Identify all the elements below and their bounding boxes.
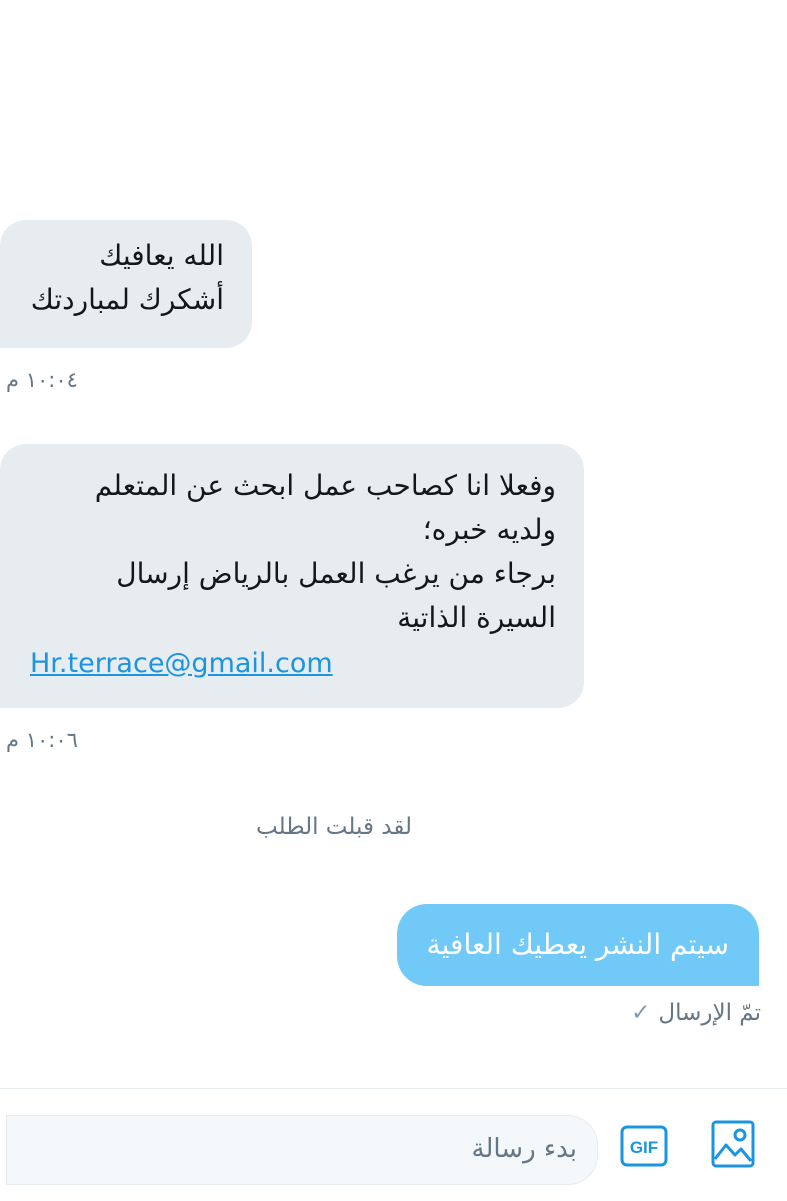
incoming-message-bubble[interactable]: الله يعافيك أشكرك لمباردتك [0, 220, 252, 348]
incoming-message-bubble[interactable]: وفعلا انا كصاحب عمل ابحث عن المتعلم ولدي… [0, 444, 584, 708]
message-timestamp: ١٠:٠٦ م [6, 728, 78, 752]
delivery-status: تمّ الإرسال ✓ [631, 1000, 761, 1026]
message-input-container[interactable] [6, 1115, 598, 1185]
delivery-status-label: تمّ الإرسال [658, 1000, 761, 1026]
email-link[interactable]: Hr.terrace@gmail.com [30, 642, 556, 686]
gif-label: GIF [630, 1138, 658, 1157]
message-line: السيرة الذاتية [397, 601, 556, 634]
message-line: الله يعافيك [99, 239, 224, 272]
message-line: أشكرك لمباردتك [30, 283, 224, 316]
system-message: لقد قبلت الطلب [256, 814, 412, 840]
outgoing-message-bubble[interactable]: سيتم النشر يعطيك العافية [396, 904, 759, 986]
gif-button[interactable]: GIF [620, 1125, 668, 1167]
message-composer: GIF [0, 1088, 787, 1201]
message-input[interactable] [55, 1128, 579, 1170]
gif-icon: GIF [620, 1125, 668, 1167]
message-line: ولديه خبره؛ [422, 513, 556, 546]
add-media-button[interactable] [710, 1119, 756, 1169]
message-timestamp: ١٠:٠٤ م [6, 368, 78, 392]
message-line: وفعلا انا كصاحب عمل ابحث عن المتعلم [94, 469, 556, 502]
message-line: برجاء من يرغب العمل بالرياض إرسال [116, 557, 556, 590]
image-icon [711, 1120, 755, 1168]
outgoing-message-text: سيتم النشر يعطيك العافية [426, 928, 729, 961]
checkmark-icon: ✓ [631, 1000, 651, 1026]
